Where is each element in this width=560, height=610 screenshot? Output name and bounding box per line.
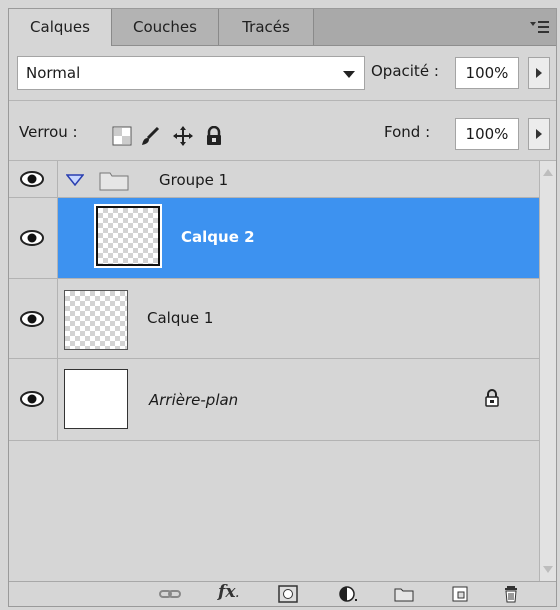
layers-toolbar: fx.: [9, 581, 556, 606]
folder-icon: [99, 172, 129, 191]
scroll-down-icon[interactable]: [543, 566, 553, 573]
fill-label: Fond :: [384, 123, 431, 141]
layer-thumbnail[interactable]: [64, 369, 128, 429]
visibility-toggle[interactable]: [9, 161, 58, 197]
lock-label: Verrou :: [19, 123, 78, 141]
new-group-icon[interactable]: [393, 585, 415, 603]
layer-row-calque-2[interactable]: Calque 2: [9, 198, 539, 279]
eye-icon: [20, 171, 44, 187]
panel-tab-bar: Calques Couches Tracés: [9, 9, 556, 46]
opacity-field[interactable]: 100%: [455, 57, 519, 89]
lock-pixels-icon[interactable]: [140, 126, 160, 146]
layer-row-arriere-plan[interactable]: Arrière-plan: [9, 359, 539, 441]
link-layers-icon[interactable]: [159, 585, 181, 603]
visibility-toggle[interactable]: [9, 359, 58, 440]
fill-slider-button[interactable]: [528, 118, 550, 150]
lock-transparency-icon[interactable]: [112, 126, 132, 146]
blend-mode-select[interactable]: Normal: [17, 56, 365, 90]
blend-mode-value: Normal: [26, 64, 81, 82]
panel-menu-icon[interactable]: [528, 18, 550, 36]
tab-couches[interactable]: Couches: [112, 9, 219, 45]
layer-thumbnail[interactable]: [94, 204, 162, 268]
fx-icon[interactable]: fx.: [218, 582, 239, 602]
lock-icon: [485, 389, 499, 407]
add-mask-icon[interactable]: [277, 585, 299, 603]
opacity-slider-button[interactable]: [528, 57, 550, 89]
tab-calques[interactable]: Calques: [9, 9, 112, 46]
layer-name: Calque 2: [181, 228, 255, 246]
tab-traces[interactable]: Tracés: [219, 9, 314, 45]
visibility-toggle[interactable]: [9, 279, 58, 358]
layer-name: Groupe 1: [159, 171, 229, 189]
eye-icon: [20, 391, 44, 407]
opacity-label: Opacité :: [371, 62, 439, 80]
layer-name: Calque 1: [147, 309, 214, 327]
fill-field[interactable]: 100%: [455, 118, 519, 150]
divider: [9, 100, 556, 101]
layer-row-groupe-1[interactable]: Groupe 1: [9, 161, 539, 198]
chevron-down-icon: [343, 71, 355, 78]
layer-list-scrollbar[interactable]: [539, 161, 556, 581]
new-layer-icon[interactable]: [449, 585, 471, 603]
adjustment-layer-icon[interactable]: [337, 585, 359, 603]
eye-icon: [20, 230, 44, 246]
visibility-toggle[interactable]: [9, 198, 58, 278]
layer-list: Groupe 1 Calque 2 Calque 1 Arrière-plan: [9, 161, 539, 581]
layer-name: Arrière-plan: [149, 391, 239, 409]
layers-panel: Calques Couches Tracés Normal Opacité : …: [8, 8, 557, 607]
expand-triangle-icon[interactable]: [66, 174, 84, 186]
layer-thumbnail[interactable]: [64, 290, 128, 350]
lock-position-icon[interactable]: [173, 126, 193, 146]
layer-row-calque-1[interactable]: Calque 1: [9, 279, 539, 359]
eye-icon: [20, 311, 44, 327]
scroll-up-icon[interactable]: [543, 169, 553, 176]
lock-all-icon[interactable]: [204, 126, 224, 146]
delete-layer-icon[interactable]: [500, 585, 522, 603]
